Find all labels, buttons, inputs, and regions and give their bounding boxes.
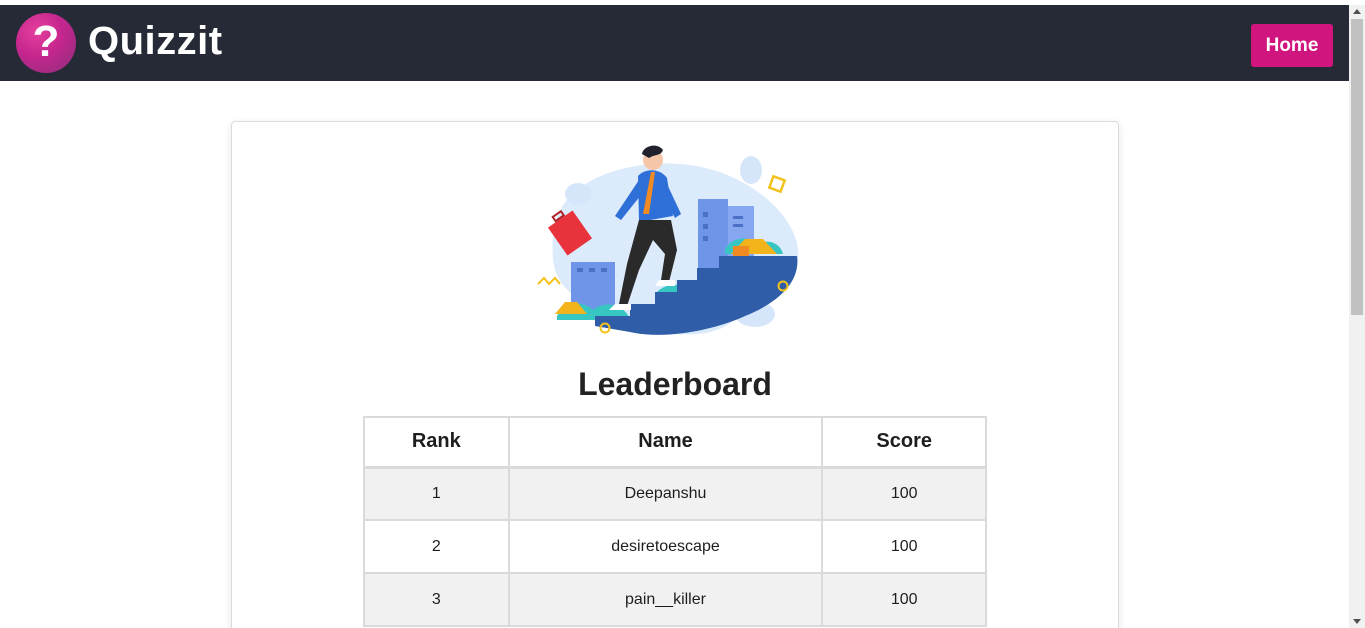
rank-cell: 2 — [363, 519, 510, 574]
scroll-up-arrow-icon[interactable] — [1353, 9, 1361, 14]
home-button[interactable]: Home — [1251, 24, 1333, 67]
quiz-logo-icon[interactable]: ? — [16, 13, 76, 73]
logo-glyph: ? — [32, 17, 60, 66]
leaderboard-title: Leaderboard — [578, 366, 772, 402]
page-scrollbar[interactable] — [1349, 5, 1365, 628]
table-row: 3 pain__killer 100 — [363, 572, 987, 627]
name-cell: Deepanshu — [507, 466, 824, 521]
rank-cell: 1 — [363, 466, 510, 521]
column-header-name: Name — [507, 416, 824, 468]
scroll-down-arrow-icon[interactable] — [1353, 619, 1361, 624]
table-row: 2 desiretoescape 100 — [363, 519, 987, 574]
column-header-score: Score — [821, 416, 987, 468]
table-row: 1 Deepanshu 100 — [363, 466, 987, 521]
leaderboard-table: Rank Name Score 1 Deepanshu 100 2 desire… — [363, 416, 987, 627]
score-cell: 100 — [821, 572, 987, 627]
rank-cell: 3 — [363, 572, 510, 627]
score-cell: 100 — [821, 519, 987, 574]
navbar: ? Quizzit Home — [0, 5, 1349, 81]
table-header-row: Rank Name Score — [363, 416, 987, 468]
score-cell: 100 — [821, 466, 987, 521]
career-climb-illustration — [537, 145, 799, 335]
name-cell: desiretoescape — [507, 519, 824, 574]
name-cell: pain__killer — [507, 572, 824, 627]
column-header-rank: Rank — [363, 416, 510, 468]
leaderboard-card: Leaderboard Rank Name Score 1 Deepanshu … — [231, 121, 1119, 628]
brand-name[interactable]: Quizzit — [88, 19, 223, 64]
scroll-thumb[interactable] — [1351, 19, 1363, 315]
